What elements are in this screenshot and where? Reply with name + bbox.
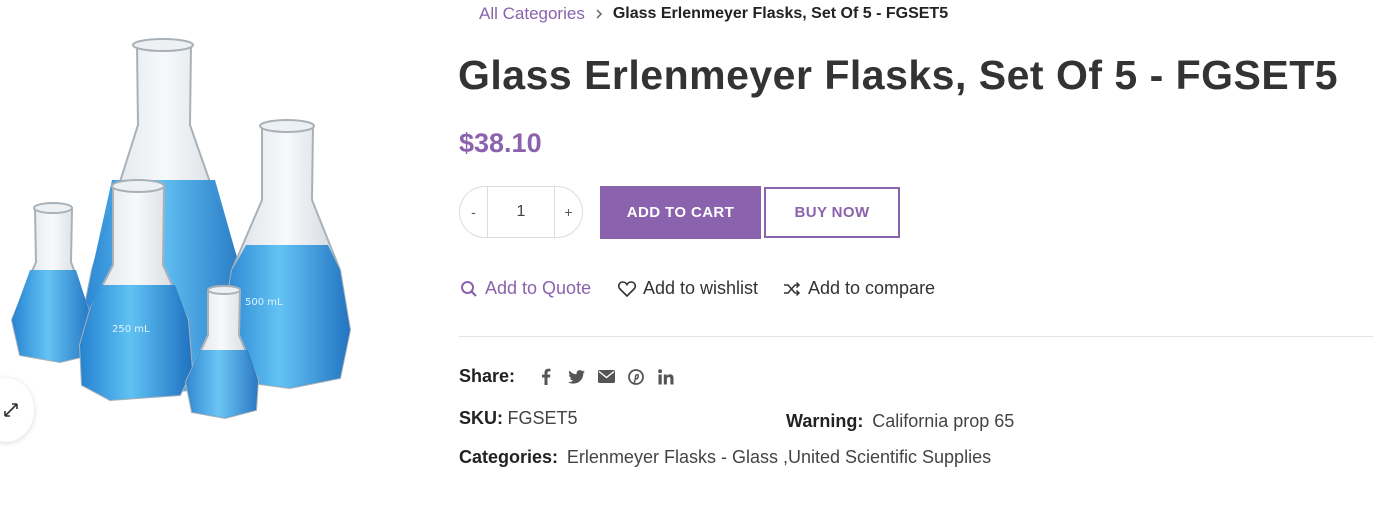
quantity-decrease-button[interactable]: - [460,187,487,237]
categories-label: Categories: [459,447,559,467]
linkedin-icon[interactable] [651,368,681,385]
product-warning: Warning: California prop 65 [786,411,1014,432]
product-price: $38.10 [459,128,542,158]
add-to-compare-label: Add to compare [808,278,936,298]
email-icon[interactable] [591,370,621,383]
buy-now-button[interactable]: BUY NOW [764,187,900,238]
add-to-quote-link[interactable]: Add to Quote [460,278,591,299]
chevron-right-icon [595,8,603,20]
warning-value: California prop 65 [872,411,1015,431]
add-to-quote-label: Add to Quote [485,278,592,298]
product-sku: SKU: FGSET5 [459,408,577,429]
categories-value[interactable]: Erlenmeyer Flasks - Glass ,United Scient… [567,447,991,467]
product-categories: Categories: Erlenmeyer Flasks - Glass ,U… [459,447,991,468]
pinterest-icon[interactable] [621,368,651,385]
shuffle-icon [784,281,801,296]
product-image[interactable]: 500 mL 250 mL [0,0,420,504]
flask-label-500: 500 mL [245,297,283,308]
share-label: Share: [459,366,516,386]
facebook-icon[interactable] [531,368,561,385]
add-to-wishlist-label: Add to wishlist [643,278,759,298]
breadcrumb-current: Glass Erlenmeyer Flasks, Set Of 5 - FGSE… [612,5,949,22]
breadcrumb-all-categories[interactable]: All Categories [479,4,585,24]
quantity-stepper: - + [459,186,583,238]
sku-label: SKU: [459,408,503,428]
share-row: Share: [459,366,681,387]
add-to-cart-button[interactable]: ADD TO CART [600,186,761,239]
quantity-increase-button[interactable]: + [555,187,582,237]
sku-value: FGSET5 [507,408,578,428]
add-to-wishlist-link[interactable]: Add to wishlist [618,278,758,299]
search-icon [461,280,477,297]
heart-icon [618,280,636,297]
quantity-input[interactable] [487,187,555,237]
expand-icon [4,403,18,417]
breadcrumb: All Categories Glass Erlenmeyer Flasks, … [479,4,948,24]
twitter-icon[interactable] [561,369,591,384]
flask-label-250: 250 mL [112,324,150,335]
flasks-illustration: 500 mL 250 mL [10,38,352,420]
add-to-compare-link[interactable]: Add to compare [783,278,935,299]
warning-label: Warning: [786,411,864,431]
product-title: Glass Erlenmeyer Flasks, Set Of 5 - FGSE… [458,52,1339,98]
divider [459,336,1373,337]
